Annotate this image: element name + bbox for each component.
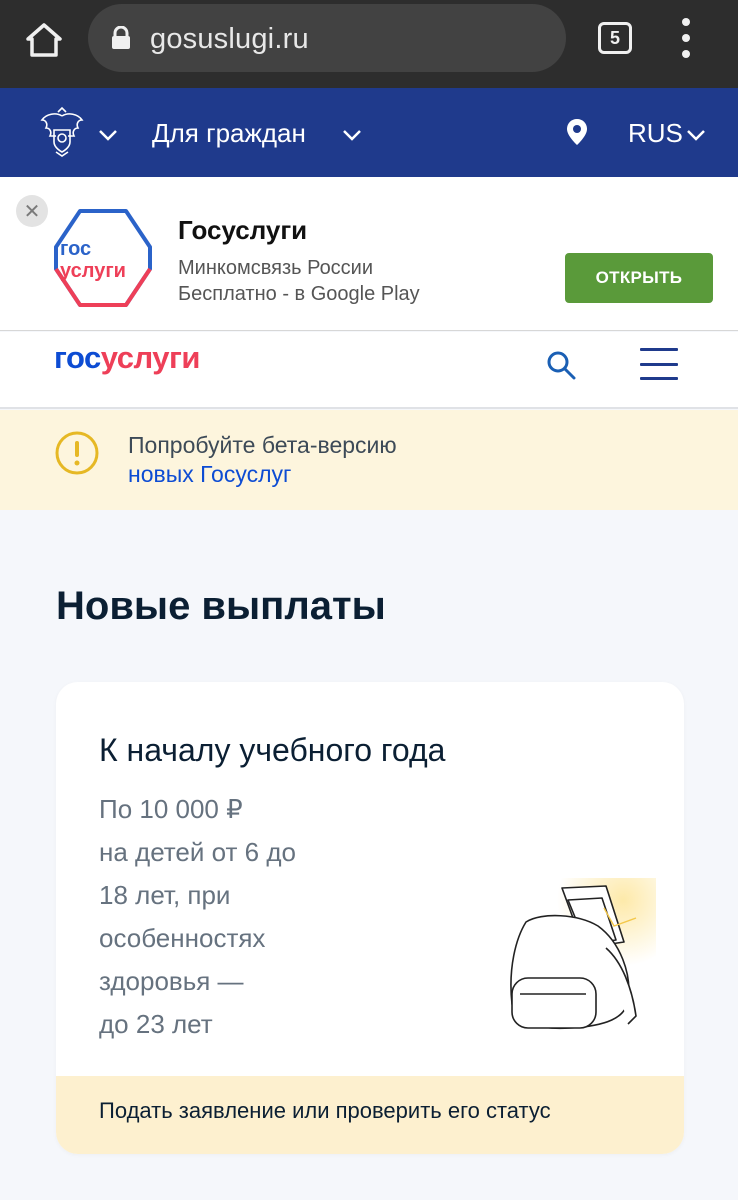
logo-part-uslugi: услуги	[100, 340, 201, 375]
tab-count: 5	[609, 27, 620, 48]
app-developer: Минкомсвязь России	[178, 257, 374, 279]
card-action-text: Подать заявление или проверить его стату…	[99, 1098, 551, 1123]
browser-toolbar: gosuslugi.ru 5	[0, 0, 738, 88]
address-bar[interactable]: gosuslugi.ru	[88, 4, 566, 72]
open-app-button[interactable]: ОТКРЫТЬ	[565, 253, 713, 303]
government-nav: Для граждан RUS	[0, 88, 738, 177]
app-name: Госуслуги	[178, 215, 308, 245]
site-header: госуслуги	[0, 332, 738, 409]
url-text: gosuslugi.ru	[150, 23, 309, 55]
audience-selector[interactable]: Для граждан	[152, 118, 306, 149]
chevron-down-icon[interactable]	[98, 128, 118, 142]
search-icon[interactable]	[546, 350, 576, 380]
beta-notice-text: Попробуйте бета-версию	[128, 432, 397, 458]
app-logo-line2: услуги	[60, 260, 126, 282]
app-logo-line1: гос	[60, 238, 91, 260]
tab-switcher-button[interactable]: 5	[598, 22, 632, 54]
card-description: По 10 000 ₽ на детей от 6 до 18 лет, при…	[99, 788, 359, 1046]
logo-part-gos: гос	[54, 340, 101, 375]
app-price: Бесплатно - в Google Play	[178, 283, 420, 305]
card-action-bar[interactable]: Подать заявление или проверить его стату…	[56, 1076, 684, 1154]
gosuslugi-app-logo: гос услуги	[54, 209, 152, 307]
more-menu-icon[interactable]	[676, 18, 696, 58]
section-title: Новые выплаты	[56, 584, 386, 628]
lock-icon	[112, 26, 130, 49]
home-icon[interactable]	[22, 18, 66, 62]
hamburger-menu-icon[interactable]	[640, 348, 678, 380]
chevron-down-icon[interactable]	[342, 128, 362, 142]
card-desc-line: на детей от 6 до	[99, 837, 296, 867]
backpack-illustration	[510, 878, 656, 1030]
chevron-down-icon[interactable]	[686, 128, 706, 142]
app-install-banner: ✕ гос услуги Госуслуги Минкомсвязь Росси…	[0, 177, 738, 331]
payment-card[interactable]: К началу учебного года По 10 000 ₽ на де…	[56, 682, 684, 1154]
beta-notice-link[interactable]: новых Госуслуг	[128, 461, 291, 488]
card-desc-line: особенностях	[99, 923, 266, 953]
card-desc-line: здоровья —	[99, 966, 244, 996]
site-logo[interactable]: госуслуги	[54, 340, 200, 376]
close-icon[interactable]: ✕	[16, 195, 48, 227]
location-pin-icon[interactable]	[566, 118, 588, 146]
card-desc-line: По 10 000 ₽	[99, 794, 243, 824]
card-desc-line: до 23 лет	[99, 1009, 213, 1039]
language-selector[interactable]: RUS	[628, 118, 683, 149]
card-title: К началу учебного года	[99, 732, 446, 768]
card-desc-line: 18 лет, при	[99, 880, 231, 910]
warning-icon	[55, 431, 99, 475]
beta-notice: Попробуйте бета-версию новых Госуслуг	[0, 410, 738, 510]
coat-of-arms-icon[interactable]	[36, 106, 88, 158]
